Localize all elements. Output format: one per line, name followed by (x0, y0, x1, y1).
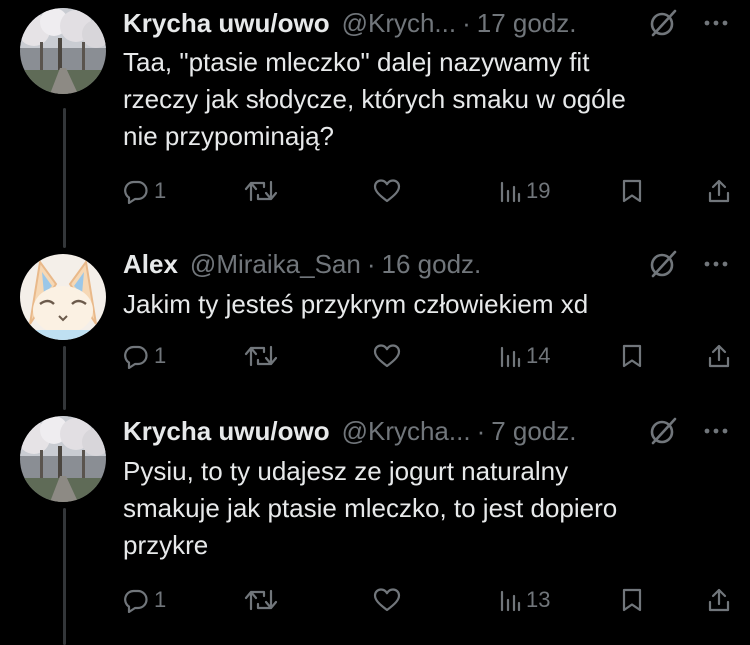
share-button[interactable] (707, 174, 731, 208)
author-name[interactable]: Alex (123, 249, 178, 280)
tweet-text: Pysiu, to ty udajesz ze jogurt naturalny… (123, 453, 720, 564)
more-icon[interactable] (702, 414, 730, 448)
like-button[interactable] (373, 174, 401, 208)
reply-count: 1 (154, 343, 167, 368)
separator: · (462, 7, 471, 38)
timestamp[interactable]: 17 godz. (477, 8, 577, 39)
grok-icon[interactable] (646, 6, 680, 40)
bookmark-button[interactable] (621, 174, 643, 208)
retweet-button[interactable] (244, 583, 278, 617)
views-button[interactable]: 19 (499, 174, 550, 208)
views-count: 19 (526, 178, 551, 203)
retweet-button[interactable] (244, 339, 278, 373)
avatar[interactable] (20, 416, 106, 502)
like-button[interactable] (373, 339, 401, 373)
tweet-text: Jakim ty jesteś przykrym człowiekiem xd (123, 286, 720, 323)
tweet-text-line: Taa, "ptasie mleczko" dalej nazywamy fit (123, 47, 590, 77)
share-icon (708, 344, 730, 368)
tweet-actions: 1 13 (123, 583, 733, 617)
views-count: 13 (526, 587, 551, 612)
timestamp[interactable]: 7 godz. (491, 416, 576, 447)
avatar[interactable] (20, 8, 106, 94)
bookmark-icon (622, 588, 642, 612)
tweet-header: Alex @Miraika_San · 16 godz. (123, 247, 730, 281)
author-handle[interactable]: @Krycha... (342, 416, 471, 447)
more-icon[interactable] (702, 247, 730, 281)
tweet-text-line: Pysiu, to ty udajesz ze jogurt naturalny (123, 456, 569, 486)
retweet-button[interactable] (244, 174, 278, 208)
share-button[interactable] (707, 583, 731, 617)
tweet-text-line: Jakim ty jesteś przykrym człowiekiem xd (123, 289, 589, 319)
tweet-header: Krycha uwu/owo @Krych... · 17 godz. (123, 6, 730, 40)
separator: · (366, 248, 376, 279)
share-icon (708, 588, 730, 612)
author-handle[interactable]: @Miraika_San (190, 249, 361, 280)
bookmark-icon (622, 344, 642, 368)
tweet-text-line: nie przypominają? (123, 121, 335, 151)
views-icon (500, 590, 521, 612)
heart-icon (373, 588, 401, 612)
reply-button[interactable]: 1 (123, 174, 166, 208)
reply-icon (124, 180, 148, 204)
author-handle[interactable]: @Krych... (342, 8, 457, 39)
tweet-text-line: smakuje jak ptasie mleczko, to jest dopi… (123, 493, 618, 523)
tweet-text: Taa, "ptasie mleczko" dalej nazywamy fit… (123, 44, 720, 155)
views-count: 14 (526, 343, 551, 368)
tweet-header: Krycha uwu/owo @Krycha... · 7 godz. (123, 414, 730, 448)
reply-count: 1 (154, 178, 167, 203)
tweet-text-line: rzeczy jak słodycze, których smaku w ogó… (123, 84, 626, 114)
share-icon (708, 179, 730, 203)
reply-count: 1 (154, 587, 167, 612)
views-icon (500, 346, 521, 368)
like-button[interactable] (373, 583, 401, 617)
thread-line (63, 346, 66, 410)
thread-line (63, 108, 66, 248)
timestamp[interactable]: 16 godz. (382, 249, 482, 280)
retweet-icon (244, 180, 278, 202)
heart-icon (373, 344, 401, 368)
avatar-image (20, 8, 106, 94)
thread-line (63, 508, 66, 645)
views-button[interactable]: 14 (499, 339, 550, 373)
reply-icon (124, 589, 148, 613)
reply-icon (124, 345, 148, 369)
retweet-icon (244, 345, 278, 367)
author-name[interactable]: Krycha uwu/owo (123, 8, 330, 39)
reply-button[interactable]: 1 (123, 339, 166, 373)
share-button[interactable] (707, 339, 731, 373)
separator: · (476, 415, 486, 446)
tweet-actions: 1 19 (123, 174, 733, 208)
heart-icon (373, 179, 401, 203)
bookmark-button[interactable] (621, 339, 643, 373)
views-button[interactable]: 13 (499, 583, 550, 617)
retweet-icon (244, 589, 278, 611)
avatar-image (20, 254, 106, 340)
author-name[interactable]: Krycha uwu/owo (123, 416, 330, 447)
tweet-actions: 1 14 (123, 339, 733, 373)
reply-button[interactable]: 1 (123, 583, 166, 617)
grok-icon[interactable] (646, 247, 680, 281)
avatar-image (20, 416, 106, 502)
bookmark-button[interactable] (621, 583, 643, 617)
bookmark-icon (622, 179, 642, 203)
grok-icon[interactable] (646, 414, 680, 448)
views-icon (500, 181, 521, 203)
tweet-text-line: przykre (123, 530, 209, 560)
more-icon[interactable] (702, 6, 730, 40)
avatar[interactable] (20, 254, 106, 340)
